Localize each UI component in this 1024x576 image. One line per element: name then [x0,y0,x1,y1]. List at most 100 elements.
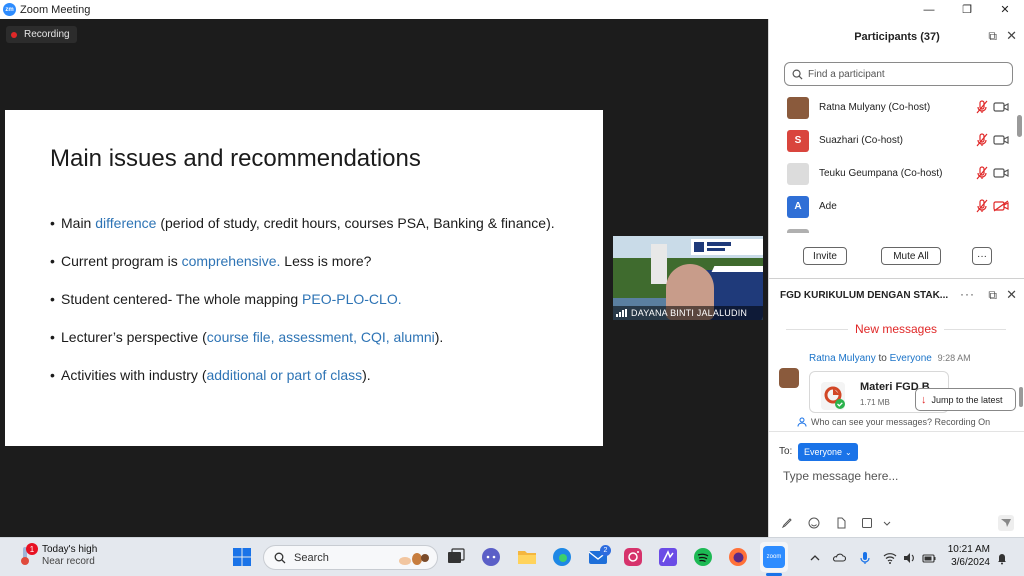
search-icon [792,69,803,80]
chat-message-input[interactable] [783,469,1013,483]
powerpoint-file-icon [821,382,845,410]
participant-row[interactable]: Teuku Geumpana (Co-host) [769,157,1017,190]
university-logo [691,239,763,255]
mute-all-button[interactable]: Mute All [881,247,941,265]
chat-app-icon[interactable] [480,546,502,568]
visibility-note[interactable]: Who can see your messages? Recording On [797,417,990,427]
recording-label: Recording [24,29,70,40]
signal-icon [616,309,627,317]
microphone-icon[interactable] [858,551,872,565]
avatar: S [787,129,809,152]
onedrive-cloud-icon[interactable] [832,551,846,565]
weather-subtitle: Near record [42,556,95,567]
slide-bullet: Current program is comprehensive. Less i… [50,254,570,268]
message-header: Ratna Mulyany to Everyone 9:28 AM [809,353,971,364]
emoji-icon[interactable] [808,517,820,529]
chat-popout-icon[interactable]: ⧉ [988,288,997,303]
mic-muted-icon[interactable] [975,100,989,114]
file-size: 1.71 MB [860,398,890,407]
chat-title: FGD KURIKULUM DENGAN STAK... [780,289,949,301]
screenshot-icon[interactable] [861,517,873,529]
search-input[interactable] [808,68,1008,80]
edge-browser-icon[interactable] [551,546,573,568]
participant-name: Ratna Mulyany (Co-host) [819,102,931,113]
participant-video-tile[interactable]: DAYANA BINTI JALALUDIN [613,236,763,320]
new-messages-label: New messages [854,322,938,336]
instagram-icon[interactable] [622,546,644,568]
close-participants-icon[interactable]: ✕ [1006,28,1017,44]
participants-scrollbar[interactable] [1017,115,1022,137]
sender-name[interactable]: Ratna Mulyany [809,353,876,364]
user-icon [797,417,807,427]
task-view-icon[interactable] [445,546,467,568]
battery-icon[interactable] [922,551,936,565]
video-off-icon[interactable] [993,200,1009,212]
chevron-down-icon: ⌄ [845,447,852,457]
chat-scrollbar[interactable] [1019,387,1023,407]
video-on-icon[interactable] [993,101,1009,113]
close-window-button[interactable]: ✕ [986,0,1024,19]
restore-button[interactable]: ❐ [948,0,986,19]
system-clock[interactable]: 10:21 AM 3/6/2024 [944,544,990,568]
slide-bullets: Main difference (period of study, credit… [50,216,570,407]
avatar [779,368,799,388]
to-label: To: [779,446,793,457]
spotify-icon[interactable] [692,546,714,568]
participant-list: Ratna Mulyany (Co-host) S Suazhari (Co-h… [769,91,1017,233]
invite-button[interactable]: Invite [803,247,847,265]
weather-title: Today's high [42,544,98,555]
participant-name: Suazhari (Co-host) [819,135,903,146]
clock-time: 10:21 AM [947,544,990,555]
window-title: Zoom Meeting [20,3,91,16]
window-titlebar: zm Zoom Meeting — ❐ ✕ [0,0,1024,19]
participant-name: Teuku Geumpana (Co-host) [819,168,943,179]
notification-badge: 1 [26,543,38,555]
slide-bullet: Activities with industry (additional or … [50,368,570,382]
mic-muted-icon[interactable] [975,166,989,180]
zoom-app-icon[interactable]: zoom [763,546,785,568]
firefox-icon[interactable] [727,546,749,568]
participant-row[interactable]: A Ade [769,190,1017,223]
chat-more-icon[interactable]: ··· [960,287,975,301]
mail-badge: 2 [600,545,611,556]
recording-dot-icon [11,31,17,38]
participants-title: Participants (37) [854,31,940,43]
mic-muted-icon[interactable] [975,199,989,213]
jump-to-latest-button[interactable]: ↓ Jump to the latest [915,388,1016,411]
close-chat-icon[interactable]: ✕ [1006,287,1017,303]
minimize-button[interactable]: — [910,0,948,19]
video-on-icon[interactable] [993,134,1009,146]
participant-row[interactable]: S Suazhari (Co-host) [769,124,1017,157]
meeting-area: Recording Main issues and recommendation… [0,19,768,537]
popout-icon[interactable]: ⧉ [988,29,997,44]
chat-toolbar [769,513,1024,533]
file-explorer-icon[interactable] [516,546,538,568]
chevron-up-icon[interactable] [808,551,822,565]
weather-widget[interactable]: 1 Today's high Near record [18,543,98,567]
speaker-icon[interactable] [902,551,916,565]
format-icon[interactable] [781,517,793,529]
chevron-down-icon[interactable] [881,517,893,529]
participant-row[interactable]: Ratna Mulyany (Co-host) [769,91,1017,124]
participant-row[interactable] [769,223,1017,233]
taskbar-search[interactable]: Search [263,545,438,570]
search-highlight-icon [399,553,429,565]
wifi-icon[interactable] [883,551,897,565]
avatar [787,162,809,185]
video-on-icon[interactable] [993,167,1009,179]
side-panel: Participants (37) ⧉ ✕ Ratna Mulyany (Co-… [768,19,1024,537]
notification-bell-icon[interactable] [995,551,1009,565]
participant-search[interactable] [784,62,1013,86]
mic-muted-icon[interactable] [975,133,989,147]
thermometer-icon: 1 [18,543,38,566]
creative-app-icon[interactable] [657,546,679,568]
file-icon[interactable] [835,517,847,529]
message-recipient: Everyone [889,353,932,364]
recording-indicator[interactable]: Recording [6,26,77,43]
recipient-dropdown[interactable]: Everyone ⌄ [798,443,858,461]
more-options-button[interactable]: ··· [972,247,992,265]
avatar [787,228,809,233]
send-icon[interactable] [998,515,1014,531]
zoom-logo-icon: zm [3,3,16,16]
windows-start-icon[interactable] [233,548,251,566]
